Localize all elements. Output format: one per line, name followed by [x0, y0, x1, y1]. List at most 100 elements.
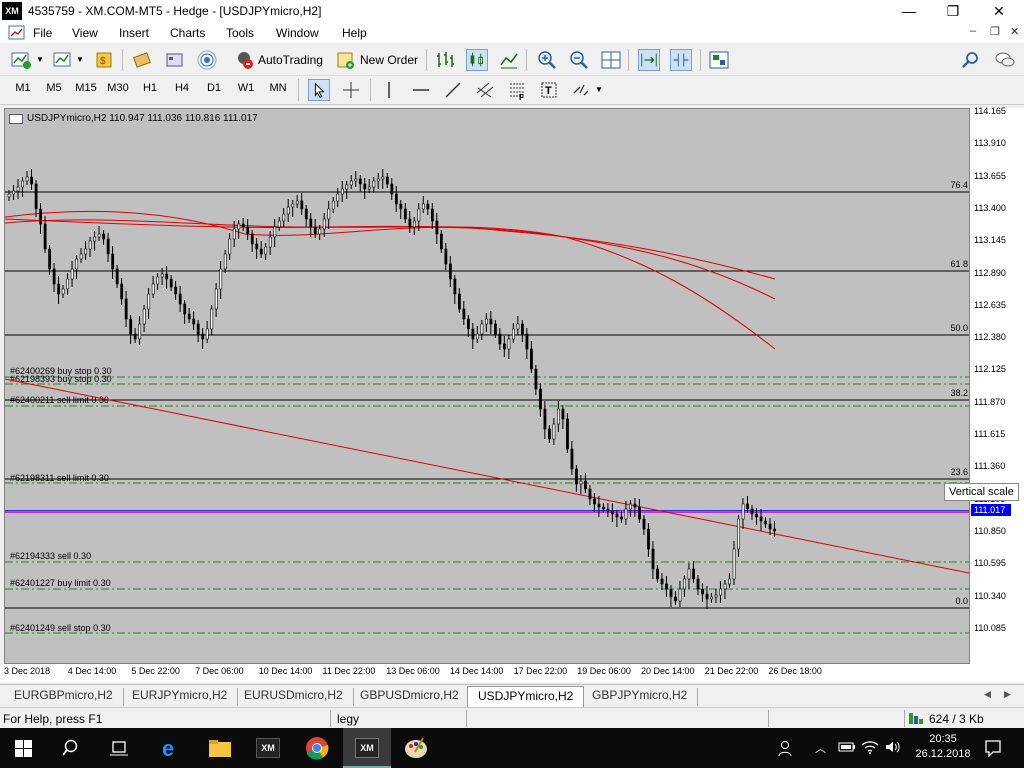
tab-usdjpy[interactable]: USDJPYmicro,H2 [467, 686, 585, 707]
candle-body [372, 180, 376, 188]
xm-active-task[interactable]: XM [343, 728, 391, 768]
chart-canvas[interactable]: 76.4 61.8 50.0 38.2 23.6 0.0 #62400269 buy sto… [4, 108, 970, 664]
timeframe-mn[interactable]: MN [264, 82, 292, 94]
new-chart-icon[interactable] [10, 49, 32, 71]
search-icon[interactable] [960, 49, 982, 71]
channel-icon[interactable] [474, 79, 496, 101]
candle-body [552, 423, 556, 440]
zoom-in-icon[interactable] [536, 49, 558, 71]
edge-browser-icon[interactable]: e [160, 736, 184, 760]
navigator-icon[interactable] [132, 49, 154, 71]
volume-icon[interactable] [884, 739, 902, 755]
new-order-button[interactable]: New Order [336, 49, 418, 71]
search-icon[interactable] [63, 739, 81, 757]
connection-icon [909, 713, 923, 724]
maximize-button[interactable]: ❐ [930, 0, 976, 23]
windows-start-icon[interactable] [15, 740, 32, 757]
candle-body [367, 186, 371, 190]
xm-app-icon[interactable]: XM [256, 738, 280, 758]
file-explorer-icon[interactable] [208, 738, 232, 758]
toolbox-icon[interactable] [164, 49, 186, 71]
trendline-icon[interactable] [442, 79, 464, 101]
candlestick-chart-icon[interactable] [466, 49, 488, 71]
child-minimize-button[interactable]: – [970, 25, 976, 37]
market-watch-icon[interactable]: $ [94, 49, 116, 71]
tab-eurusd[interactable]: EURUSDmicro,H2 [234, 688, 354, 706]
timeframe-m1[interactable]: M1 [9, 82, 37, 94]
people-icon[interactable] [778, 739, 796, 757]
fib-level-label: 50.0 [950, 323, 968, 333]
menu-insert[interactable]: Insert [119, 26, 149, 40]
timeframe-d1[interactable]: D1 [200, 82, 228, 94]
price-tick-label: 113.145 [974, 235, 1006, 246]
close-button[interactable]: ✕ [976, 0, 1022, 23]
tab-eurjpy[interactable]: EURJPYmicro,H2 [122, 688, 239, 706]
child-restore-button[interactable]: ❐ [990, 25, 1000, 38]
time-tick-label: 20 Dec 14:00 [641, 666, 695, 676]
shapes-dropdown-icon[interactable]: ▼ [595, 85, 603, 94]
new-chart-dropdown-icon[interactable]: ▼ [36, 55, 44, 64]
candle-body [611, 510, 614, 515]
tab-scroll-left-icon[interactable]: ◀ [984, 689, 991, 700]
menu-charts[interactable]: Charts [170, 26, 205, 40]
timeframe-m5[interactable]: M5 [40, 82, 68, 94]
candle-body [530, 348, 533, 370]
task-view-icon[interactable] [110, 739, 128, 757]
price-scale[interactable]: 114.165 113.910 113.655 113.400 113.145 112.8… [970, 106, 1024, 664]
wifi-icon[interactable] [861, 739, 879, 755]
candle-body [30, 176, 34, 185]
zoom-out-icon[interactable] [568, 49, 590, 71]
menu-help[interactable]: Help [342, 26, 367, 40]
notification-icon[interactable] [984, 739, 1002, 757]
tab-eurgbp[interactable]: EURGBPmicro,H2 [4, 688, 124, 706]
cursor-icon[interactable] [308, 79, 330, 101]
timeframe-w1[interactable]: W1 [232, 82, 260, 94]
price-tick-label: 114.165 [974, 106, 1006, 116]
shapes-icon[interactable] [570, 79, 592, 101]
menu-file[interactable]: File [33, 26, 52, 40]
candle-body [16, 186, 20, 192]
tab-gbpjpy[interactable]: GBPJPYmicro,H2 [582, 688, 699, 706]
signals-icon[interactable] [196, 49, 218, 71]
line-chart-icon[interactable] [498, 49, 520, 71]
vertical-line-icon[interactable] [378, 79, 400, 101]
tray-expand-icon[interactable]: ︿ [815, 740, 826, 756]
chart-shift-icon[interactable] [670, 49, 692, 71]
price-tick-label: 111.615 [974, 429, 1006, 439]
tile-windows-icon[interactable] [600, 49, 622, 71]
timeframe-m15[interactable]: M15 [72, 82, 100, 94]
menu-tools[interactable]: Tools [226, 26, 254, 40]
candle-body [106, 238, 110, 255]
autoscroll-icon[interactable] [638, 49, 660, 71]
text-tool-icon[interactable]: T [538, 79, 560, 101]
price-chart[interactable]: 76.461.850.038.223.60.0#62400269 buy sto… [5, 109, 969, 663]
timeframe-h1[interactable]: H1 [136, 82, 164, 94]
timeframe-m30[interactable]: M30 [104, 82, 132, 94]
templates-icon[interactable] [708, 49, 730, 71]
child-close-button[interactable]: ✕ [1010, 25, 1019, 38]
bar-chart-icon[interactable] [434, 49, 456, 71]
menu-view[interactable]: View [72, 26, 98, 40]
candle-body [656, 568, 659, 580]
tab-scroll-right-icon[interactable]: ▶ [1004, 689, 1011, 700]
fibonacci-icon[interactable]: F [506, 79, 528, 101]
chrome-icon[interactable] [305, 736, 329, 760]
status-help-text: For Help, press F1 [3, 712, 103, 726]
taskbar-clock[interactable]: 20:35 26.12.2018 [905, 732, 981, 762]
menu-window[interactable]: Window [276, 26, 319, 40]
profiles-dropdown-icon[interactable]: ▼ [76, 55, 84, 64]
crosshair-icon[interactable] [340, 79, 362, 101]
horizontal-line-icon[interactable] [410, 79, 432, 101]
battery-icon[interactable] [838, 740, 856, 754]
timeframe-h4[interactable]: H4 [168, 82, 196, 94]
minimize-button[interactable]: — [886, 0, 932, 23]
paint-icon[interactable] [403, 736, 429, 760]
candle-body [327, 208, 331, 220]
profiles-icon[interactable] [52, 49, 74, 71]
tab-gbpusd[interactable]: GBPUSDmicro,H2 [350, 688, 470, 706]
candle-body [714, 594, 718, 598]
autotrading-button[interactable]: AutoTrading [234, 49, 323, 71]
candle-body [457, 293, 461, 310]
candle-body [97, 233, 101, 238]
chat-icon[interactable] [994, 49, 1016, 71]
